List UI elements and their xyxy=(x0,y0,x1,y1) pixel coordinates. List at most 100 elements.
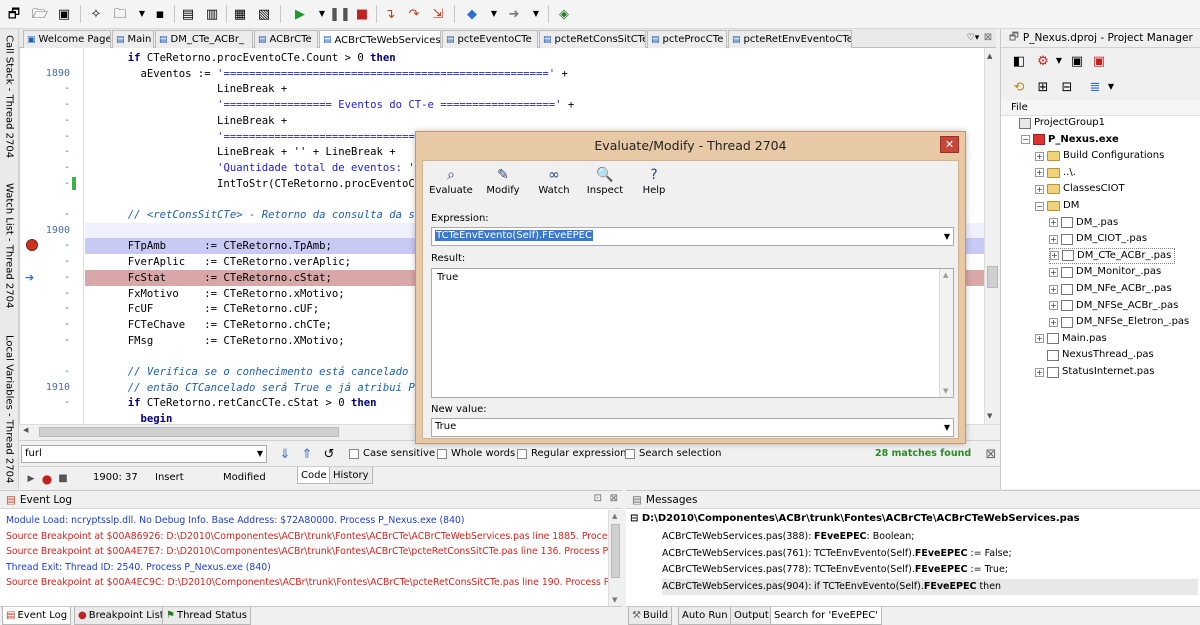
expand-icon[interactable]: + xyxy=(1035,367,1044,377)
tab-welcome-page[interactable]: ▣ Welcome Page xyxy=(23,30,111,48)
dialog-title-bar[interactable]: Evaluate/Modify - Thread 2704 xyxy=(416,132,965,159)
tab-event-log[interactable]: ▤ Event Log xyxy=(2,607,72,625)
tree-item[interactable]: + DM_NFSe_ACBr_.pas xyxy=(1049,298,1178,314)
save-file-icon[interactable]: ▥ xyxy=(202,4,222,24)
tree-item[interactable]: ProjectGroup1 xyxy=(1007,115,1105,131)
code-line[interactable]: LineBreak + xyxy=(85,81,984,97)
expand-icon[interactable]: + xyxy=(1049,267,1058,277)
save-all-icon[interactable]: ▣ xyxy=(54,4,74,24)
new-value-input[interactable]: True ▼ xyxy=(431,418,954,437)
expand-icon[interactable]: + xyxy=(1035,334,1044,344)
modify-button[interactable]: ✎ Modify xyxy=(479,167,527,203)
new-project-icon[interactable]: 🗗 xyxy=(4,4,24,24)
expand-icon[interactable]: + xyxy=(1050,251,1059,261)
tree-item[interactable]: + DM_CIOT_.pas xyxy=(1049,231,1147,247)
tree-item[interactable]: − DM xyxy=(1035,198,1079,214)
tree-item[interactable]: + DM_NFe_ACBr_.pas xyxy=(1049,281,1172,297)
search-result-line[interactable]: ACBrCTeWebServices.pas(761): TCTeEnvEvent… xyxy=(662,546,1198,562)
tree-item[interactable]: + ..\. xyxy=(1035,165,1076,181)
collapse-icon[interactable]: − xyxy=(1035,201,1044,211)
watch-list-panel-tab[interactable]: Watch List - Thread 2704 xyxy=(0,165,18,327)
event-log-list[interactable]: Module Load: ncryptsslp.dll. No Debug In… xyxy=(0,513,608,605)
tree-item[interactable]: NexusThread_.pas xyxy=(1035,347,1154,363)
messages-file-path[interactable]: ⊟ D:\D2010\Componentes\ACBr\trunk\Fontes… xyxy=(630,513,1080,524)
search-result-line[interactable]: ACBrCTeWebServices.pas(388): FEveEPEC: Bo… xyxy=(662,529,1198,545)
tree-item[interactable]: + Build Configurations xyxy=(1035,148,1164,164)
macro-stop-icon[interactable]: ■ xyxy=(53,469,73,489)
tab-dm-cte-acbr[interactable]: ▤ DM_CTe_ACBr_ xyxy=(155,30,253,48)
tab-acbrcte[interactable]: ▤ ACBrCTe xyxy=(254,30,318,48)
tree-item[interactable]: + DM_CTe_ACBr_.pas xyxy=(1049,247,1176,264)
tab-build[interactable]: ⚒ Build xyxy=(628,607,673,625)
help-button[interactable]: ? Help xyxy=(630,167,678,203)
stop-icon[interactable]: ■ xyxy=(352,4,372,24)
add-icon[interactable]: ▣ xyxy=(1067,51,1087,71)
back-icon[interactable]: ◆ xyxy=(462,4,482,24)
result-box[interactable]: True ▲ ▼ xyxy=(431,268,954,398)
evaluate-button[interactable]: ⌕ Evaluate xyxy=(427,167,475,203)
result-scrollbar[interactable]: ▲ ▼ xyxy=(939,269,953,397)
search-result-line[interactable]: ACBrCTeWebServices.pas(904): if TCTeEnvEv… xyxy=(662,578,1198,595)
close-icon[interactable]: ⊠ xyxy=(610,493,618,504)
expand-icon[interactable]: + xyxy=(1035,151,1044,161)
tab-breakpoint-list[interactable]: ● Breakpoint List xyxy=(74,607,168,625)
tab-main[interactable]: ▤ Main xyxy=(112,30,154,48)
find-next-icon[interactable]: ⇓ xyxy=(275,444,295,464)
expand-icon[interactable]: + xyxy=(1049,218,1058,228)
code-line[interactable]: aEventos := '===========================… xyxy=(85,66,984,82)
close-tab-icon[interactable]: ⊠ xyxy=(981,29,995,47)
whole-words-checkbox[interactable]: Whole words xyxy=(437,448,515,459)
close-search-icon[interactable]: ⊠ xyxy=(981,444,1001,464)
tab-search-results[interactable]: Search for 'EveEPEC' xyxy=(770,607,882,625)
view-dropdown-icon[interactable]: ▼ xyxy=(1101,77,1121,97)
tab-output[interactable]: Output xyxy=(730,607,773,625)
tab-history[interactable]: History xyxy=(329,467,373,484)
watch-button[interactable]: ∞ Watch xyxy=(530,167,578,203)
event-log-scrollbar[interactable]: ▲ ▼ xyxy=(608,510,622,606)
tab-acbrctewebservices[interactable]: ▤ ACBrCTeWebServices xyxy=(319,30,441,49)
remove-icon[interactable]: ▣ xyxy=(1089,51,1109,71)
tab-pcteproccte[interactable]: ▤ pcteProcCTe xyxy=(647,30,727,48)
expand-icon[interactable]: + xyxy=(1049,284,1058,294)
expand-icon[interactable]: ⊞ xyxy=(1033,77,1053,97)
expand-icon[interactable]: + xyxy=(1049,301,1058,311)
messages-list[interactable]: ACBrCTeWebServices.pas(388): FEveEPEC: Bo… xyxy=(626,529,1200,599)
new-file-icon[interactable]: ✧ xyxy=(86,4,106,24)
scroll-thumb[interactable] xyxy=(987,266,998,288)
inspect-button[interactable]: 🔍 Inspect xyxy=(581,167,629,203)
tab-pcteeventocte[interactable]: ▤ pcteEventoCTe xyxy=(442,30,538,48)
log-entry[interactable]: Source Breakpoint at $00A86926: D:\D2010… xyxy=(6,529,608,544)
tree-item[interactable]: + DM_.pas xyxy=(1049,215,1118,231)
open-icon[interactable]: 🗁 xyxy=(30,4,50,24)
open-file-icon[interactable]: 🗀 xyxy=(110,4,130,24)
regex-checkbox[interactable]: Regular expression xyxy=(517,448,626,459)
search-input[interactable]: furl ▼ xyxy=(21,445,267,463)
tab-pcteretconssitcte[interactable]: ▤ pcteRetConsSitCTe xyxy=(539,30,646,48)
step-over-icon[interactable]: ↷ xyxy=(404,4,424,24)
back-dropdown-icon[interactable]: ▼ xyxy=(484,4,504,24)
case-sensitive-checkbox[interactable]: Case sensitive xyxy=(349,448,435,459)
save-icon[interactable]: ▪ xyxy=(150,4,170,24)
activate-icon[interactable]: ◧ xyxy=(1009,51,1029,71)
editor-gutter[interactable]: 1890- - - - - - - -1900- - - ➔ - - - - -1910- xyxy=(20,48,84,424)
find-previous-icon[interactable]: ⇑ xyxy=(297,444,317,464)
collapse-icon[interactable]: ⊟ xyxy=(1057,77,1077,97)
search-result-line[interactable]: ACBrCTeWebServices.pas(778): TCTeEnvEvent… xyxy=(662,562,1198,578)
collapse-icon[interactable]: − xyxy=(1021,135,1030,145)
tree-item[interactable]: + StatusInternet.pas xyxy=(1035,364,1154,380)
chevron-down-icon[interactable]: ▼ xyxy=(944,420,950,436)
expand-icon[interactable]: + xyxy=(1035,168,1044,178)
sync-icon[interactable]: ⟲ xyxy=(1009,77,1029,97)
help-book-icon[interactable]: ◈ xyxy=(554,4,574,24)
tab-code[interactable]: Code xyxy=(297,467,331,484)
tree-item[interactable]: + ClassesCIOT xyxy=(1035,181,1125,197)
pause-icon[interactable]: ❚❚ xyxy=(329,4,351,24)
step-into-icon[interactable]: ↴ xyxy=(380,4,400,24)
log-entry[interactable]: Source Breakpoint at $00A4EC9C: D:\D2010… xyxy=(6,575,608,590)
pin-icon[interactable]: ⊡ xyxy=(594,493,602,504)
log-entry[interactable]: Thread Exit: Thread ID: 2540. Process P_… xyxy=(6,560,271,575)
tab-list-dropdown-icon[interactable]: ♡▾ xyxy=(965,29,981,47)
search-selection-checkbox[interactable]: Search selection xyxy=(625,448,721,459)
dialog-close-button[interactable]: ✕ xyxy=(940,136,959,153)
forward-dropdown-icon[interactable]: ▼ xyxy=(526,4,546,24)
